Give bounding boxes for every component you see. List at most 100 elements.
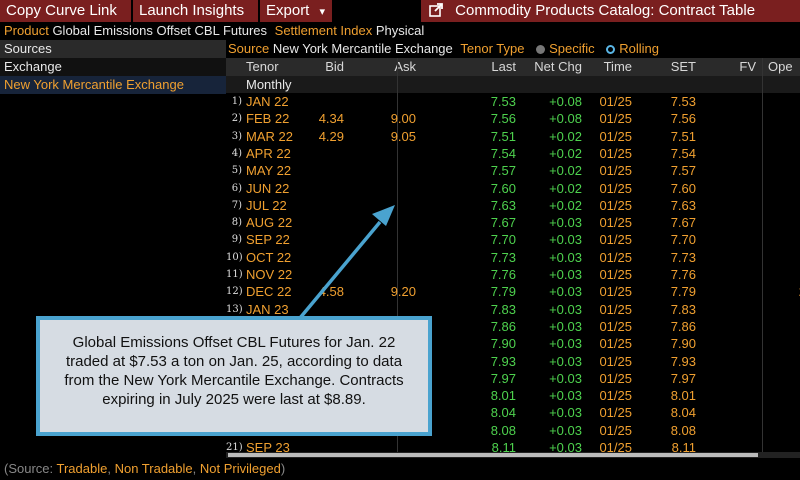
cell-net-chg: +0.03 bbox=[549, 301, 582, 317]
column-header-net-chg[interactable]: Net Chg bbox=[534, 58, 582, 76]
cell-tenor: JAN 22 bbox=[246, 94, 289, 109]
cell-set: 7.54 bbox=[670, 145, 696, 161]
cell-set: 7.63 bbox=[670, 197, 696, 213]
cell-bid: 4.58 bbox=[318, 284, 344, 300]
cell-tenor: JUN 22 bbox=[246, 180, 290, 196]
legend-tradable: Tradable bbox=[56, 461, 108, 476]
cell-time: 01/25 bbox=[599, 405, 632, 421]
table-row[interactable]: 9) SEP 22 7.70 +0.03 01/25 7.70 bbox=[226, 231, 800, 248]
cell-time: 01/25 bbox=[599, 111, 632, 127]
column-header-time[interactable]: Time bbox=[604, 58, 632, 76]
cell-set: 7.53 bbox=[670, 94, 696, 109]
cell-tenor: FEB 22 bbox=[246, 111, 290, 127]
table-row[interactable]: 10) OCT 22 7.73 +0.03 01/25 7.73 bbox=[226, 249, 800, 266]
column-header-last[interactable]: Last bbox=[491, 58, 516, 76]
table-row[interactable]: 11) NOV 22 7.76 +0.03 01/25 7.76 bbox=[226, 266, 800, 283]
table-row[interactable]: 12)DEC 224.589.207.79+0.0301/257.792 bbox=[226, 283, 800, 300]
radio-selected-icon[interactable] bbox=[606, 45, 616, 54]
cell-tenor: NOV 22 bbox=[246, 267, 293, 282]
tenor-specific-label: Specific bbox=[549, 41, 595, 56]
cell-tenor: AUG 22 bbox=[246, 215, 293, 231]
cell-net-chg: +0.03 bbox=[549, 232, 582, 248]
annotation-callout: Global Emissions Offset CBL Futures for … bbox=[36, 316, 432, 436]
window-title-text: Commodity Products Catalog: Contract Tab… bbox=[455, 2, 756, 19]
table-row[interactable]: 1) JAN 22 7.53 +0.08 01/25 7.53 bbox=[226, 93, 800, 110]
cell-last: 7.73 bbox=[490, 249, 516, 265]
export-menu-button[interactable]: Export ▾ bbox=[260, 0, 332, 22]
cell-set: 7.83 bbox=[670, 301, 696, 317]
cell-last: 7.83 bbox=[490, 301, 516, 317]
tenor-rolling-option[interactable]: Rolling bbox=[598, 41, 659, 56]
cell-set: 8.01 bbox=[670, 388, 696, 404]
tenor-rolling-label: Rolling bbox=[619, 41, 660, 56]
row-index: 9) bbox=[231, 234, 242, 246]
cell-time: 01/25 bbox=[599, 284, 632, 300]
exchange-item-nymex[interactable]: New York Mercantile Exchange bbox=[0, 76, 226, 94]
legend-prefix: (Source: bbox=[4, 461, 57, 476]
table-row[interactable]: 3) MAR 22 4.29 9.05 7.51 +0.02 01/25 7.51 bbox=[226, 128, 800, 145]
cell-tenor: SEP 22 bbox=[246, 232, 290, 248]
cell-tenor: OCT 22 bbox=[246, 249, 292, 265]
cell-net-chg: +0.03 bbox=[549, 353, 582, 369]
cell-net-chg: +0.08 bbox=[549, 94, 582, 109]
row-index: 5) bbox=[231, 165, 242, 177]
cell-net-chg: +0.08 bbox=[549, 111, 582, 127]
cell-last: 7.86 bbox=[490, 318, 516, 334]
cell-net-chg: +0.02 bbox=[549, 180, 582, 196]
launch-insights-button[interactable]: Launch Insights bbox=[133, 0, 258, 22]
cell-time: 01/25 bbox=[599, 180, 632, 196]
cell-time: 01/25 bbox=[599, 145, 632, 161]
source-label: Source bbox=[228, 41, 270, 56]
cell-last: 8.01 bbox=[490, 388, 516, 404]
row-index: 1) bbox=[231, 96, 242, 107]
cell-last: 8.04 bbox=[490, 405, 516, 421]
table-row[interactable]: 8) AUG 22 7.67 +0.03 01/25 7.67 bbox=[226, 214, 800, 231]
legend-non-tradable: Non Tradable bbox=[114, 461, 193, 476]
copy-curve-link-button[interactable]: Copy Curve Link bbox=[0, 0, 131, 22]
scrollbar-thumb[interactable] bbox=[228, 453, 758, 457]
cell-last: 7.56 bbox=[490, 111, 516, 127]
cell-set: 8.04 bbox=[670, 405, 696, 421]
cell-time: 01/25 bbox=[599, 197, 632, 213]
cell-time: 01/25 bbox=[599, 422, 632, 438]
exchange-header: Exchange bbox=[0, 58, 226, 76]
cell-net-chg: +0.02 bbox=[549, 145, 582, 161]
table-row[interactable]: 4) APR 22 7.54 +0.02 01/25 7.54 bbox=[226, 145, 800, 162]
product-value: Global Emissions Offset CBL Futures bbox=[52, 23, 268, 38]
row-index: 10) bbox=[226, 251, 243, 263]
cell-tenor: MAY 22 bbox=[246, 163, 292, 179]
column-header-set[interactable]: SET bbox=[671, 58, 696, 76]
column-header-ope[interactable]: Ope bbox=[768, 58, 793, 76]
radio-unselected-icon[interactable] bbox=[536, 45, 546, 54]
column-header-tenor[interactable]: Tenor bbox=[246, 58, 279, 76]
cell-set: 7.57 bbox=[670, 163, 696, 179]
row-index: 11) bbox=[226, 269, 243, 280]
cell-net-chg: +0.03 bbox=[549, 267, 582, 282]
source-legend: (Source: Tradable, Non Tradable, Not Pri… bbox=[4, 460, 285, 478]
cell-tenor: APR 22 bbox=[246, 145, 291, 161]
cell-set: 7.93 bbox=[670, 353, 696, 369]
cell-set: 7.79 bbox=[670, 284, 696, 300]
table-row[interactable]: 5) MAY 22 7.57 +0.02 01/25 7.57 bbox=[226, 162, 800, 179]
cell-net-chg: +0.03 bbox=[549, 422, 582, 438]
cell-time: 01/25 bbox=[599, 336, 632, 352]
cell-net-chg: +0.03 bbox=[549, 405, 582, 421]
cell-time: 01/25 bbox=[599, 318, 632, 334]
cell-last: 7.54 bbox=[490, 145, 516, 161]
cell-set: 7.97 bbox=[670, 370, 696, 386]
table-row[interactable]: 2) FEB 22 4.34 9.00 7.56 +0.08 01/25 7.56 bbox=[226, 110, 800, 127]
cell-time: 01/25 bbox=[599, 301, 632, 317]
cell-net-chg: +0.03 bbox=[549, 215, 582, 231]
cell-ask: 9.05 bbox=[390, 128, 416, 144]
table-row[interactable]: 7) JUL 22 7.63 +0.02 01/25 7.63 bbox=[226, 197, 800, 214]
cell-bid: 4.34 bbox=[318, 111, 344, 127]
external-link-icon[interactable] bbox=[429, 3, 443, 17]
cell-tenor: JUL 22 bbox=[246, 197, 287, 213]
cell-last: 7.53 bbox=[490, 94, 516, 109]
horizontal-scrollbar[interactable] bbox=[226, 452, 800, 458]
cell-last: 7.93 bbox=[490, 353, 516, 369]
column-header-bid[interactable]: Bid bbox=[325, 58, 344, 76]
table-row[interactable]: 6) JUN 22 7.60 +0.02 01/25 7.60 bbox=[226, 180, 800, 197]
column-header-fv[interactable]: FV bbox=[739, 58, 756, 76]
tenor-specific-option[interactable]: Specific bbox=[528, 41, 598, 56]
